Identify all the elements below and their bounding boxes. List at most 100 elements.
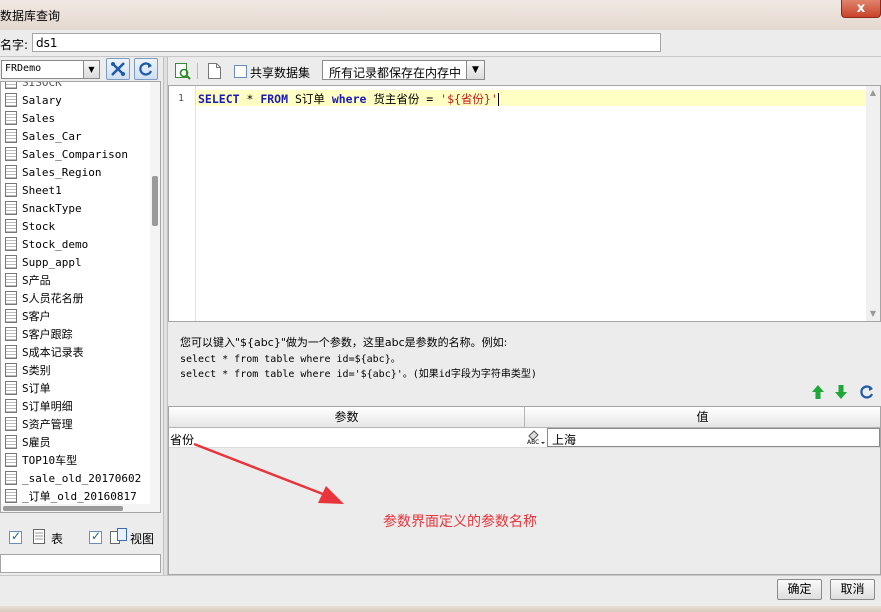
list-item-label: S类别 — [22, 364, 51, 377]
help-text: 您可以键入"${abc}"做为一个参数，这里abc是参数的名称。例如: sele… — [168, 323, 881, 407]
table-icon — [5, 363, 17, 377]
ok-button[interactable]: 确定 — [777, 579, 822, 600]
list-item[interactable]: Sales_Region — [5, 163, 101, 181]
refresh-params-icon[interactable] — [859, 384, 875, 400]
table-icon — [5, 255, 17, 269]
sql-editor[interactable]: 1 SELECT * FROM S订单 where 货主省份 = '${省份}'… — [168, 85, 881, 322]
annotation-arrow — [193, 442, 344, 504]
sql-code[interactable]: SELECT * FROM S订单 where 货主省份 = '${省份}' — [198, 91, 499, 107]
list-item[interactable]: S客户 — [5, 307, 51, 325]
column-header-param[interactable]: 参数 — [169, 407, 525, 428]
sql-keyword: where — [331, 92, 367, 106]
list-item[interactable]: S客户跟踪 — [5, 325, 73, 343]
new-file-icon[interactable] — [208, 63, 221, 79]
query-toolbar: 共享数据集 所有记录都保存在内存中 ▼ — [168, 57, 881, 85]
list-item[interactable]: S成本记录表 — [5, 343, 84, 361]
list-item[interactable]: SISOCK — [5, 82, 62, 91]
connection-select[interactable]: FRDemo ▼ — [1, 60, 100, 79]
list-item-label: S客户 — [22, 310, 51, 323]
list-item[interactable]: S产品 — [5, 271, 51, 289]
list-item-label: Sheet1 — [22, 183, 62, 197]
sql-keyword: FROM — [260, 92, 289, 106]
scroll-up-icon[interactable]: ▲ — [866, 86, 880, 100]
table-icon — [5, 129, 17, 143]
list-item[interactable]: _订单_old_20160817 — [5, 487, 137, 505]
list-item[interactable]: Stock_demo — [5, 235, 88, 253]
connection-settings-button[interactable] — [106, 58, 130, 80]
list-hscrollbar[interactable] — [1, 504, 160, 512]
list-item[interactable]: Salary — [5, 91, 62, 109]
scroll-down-icon[interactable]: ▼ — [866, 307, 880, 321]
close-icon: x — [856, 1, 866, 16]
list-item-label: SnackType — [22, 201, 82, 215]
refresh-icon — [139, 62, 153, 76]
table-icon — [5, 453, 17, 467]
list-item-label: S订单 — [22, 382, 51, 395]
scroll-thumb[interactable] — [152, 176, 158, 226]
name-label: 名字: — [0, 38, 29, 52]
share-dataset-label: 共享数据集 — [250, 66, 311, 80]
list-item-label: S客户跟踪 — [22, 328, 73, 341]
type-icon[interactable]: ABC — [526, 429, 546, 446]
move-up-icon[interactable] — [811, 384, 825, 400]
preview-icon[interactable] — [175, 63, 191, 80]
hscroll-thumb[interactable] — [3, 506, 123, 511]
table-checkbox[interactable] — [9, 529, 22, 544]
list-item[interactable]: Supp_appl — [5, 253, 82, 271]
tools-icon — [111, 62, 125, 76]
table-icon — [5, 201, 17, 215]
line-number: 1 — [178, 93, 185, 104]
share-dataset-checkbox[interactable] — [234, 65, 247, 78]
close-button[interactable]: x — [841, 0, 881, 18]
list-item[interactable]: S类别 — [5, 361, 51, 379]
param-value-input[interactable]: 上海 — [547, 428, 880, 447]
refresh-button[interactable] — [134, 58, 158, 80]
list-item-label: Salary — [22, 93, 62, 107]
text-caret — [497, 93, 499, 106]
list-item[interactable]: S资产管理 — [5, 415, 73, 433]
list-item-label: Sales_Comparison — [22, 147, 128, 161]
cancel-button[interactable]: 取消 — [830, 579, 875, 600]
list-item-label: S人员花名册 — [22, 292, 84, 305]
list-item[interactable]: S订单 — [5, 379, 51, 397]
list-item[interactable]: S人员花名册 — [5, 289, 84, 307]
list-item[interactable]: SnackType — [5, 199, 82, 217]
sql-text: S订单 — [288, 92, 332, 106]
list-item[interactable]: Sales — [5, 109, 55, 127]
view-checkbox[interactable] — [89, 529, 102, 544]
list-item-label: TOP10车型 — [22, 454, 78, 467]
table-search-input[interactable] — [0, 554, 161, 573]
chevron-down-icon[interactable]: ▼ — [466, 61, 484, 79]
cache-mode-value: 所有记录都保存在内存中 — [329, 66, 462, 80]
list-item-label: _sale_old_20170602 — [22, 471, 142, 485]
move-down-icon[interactable] — [834, 384, 848, 400]
window-title: 数据库查询 — [0, 9, 61, 23]
help-line-2: select * from table where id=${abc}。 — [180, 354, 401, 365]
column-header-value[interactable]: 值 — [525, 407, 880, 428]
sql-text: * — [239, 92, 261, 106]
table-icon — [5, 111, 17, 125]
list-item[interactable]: Sheet1 — [5, 181, 62, 199]
table-icon — [5, 165, 17, 179]
chevron-down-icon[interactable]: ▼ — [83, 61, 99, 78]
table-icon — [5, 237, 17, 251]
list-item[interactable]: Stock — [5, 217, 55, 235]
list-item[interactable]: TOP10车型 — [5, 451, 77, 469]
list-item[interactable]: Sales_Comparison — [5, 145, 128, 163]
list-item-label: S成本记录表 — [22, 346, 84, 359]
dialog-footer: 确定 取消 — [0, 575, 881, 612]
name-row: 名字: — [0, 30, 881, 56]
list-item[interactable]: S雇员 — [5, 433, 51, 451]
name-input[interactable] — [32, 33, 661, 52]
list-item[interactable]: _sale_old_20170602 — [5, 469, 141, 487]
table-list[interactable]: SISOCK Salary Sales Sales_Car Sales_Compari… — [0, 81, 161, 513]
cache-mode-select[interactable]: 所有记录都保存在内存中 ▼ — [322, 60, 485, 80]
table-filter-label: 表 — [51, 532, 64, 546]
list-item-label: S资产管理 — [22, 418, 73, 431]
list-item[interactable]: Sales_Car — [5, 127, 82, 145]
toolbar-separator — [197, 63, 198, 79]
list-scrollbar[interactable] — [150, 82, 160, 512]
editor-scrollbar[interactable]: ▲ ▼ — [866, 86, 880, 321]
list-item[interactable]: S订单明细 — [5, 397, 73, 415]
table-icon — [5, 219, 17, 233]
